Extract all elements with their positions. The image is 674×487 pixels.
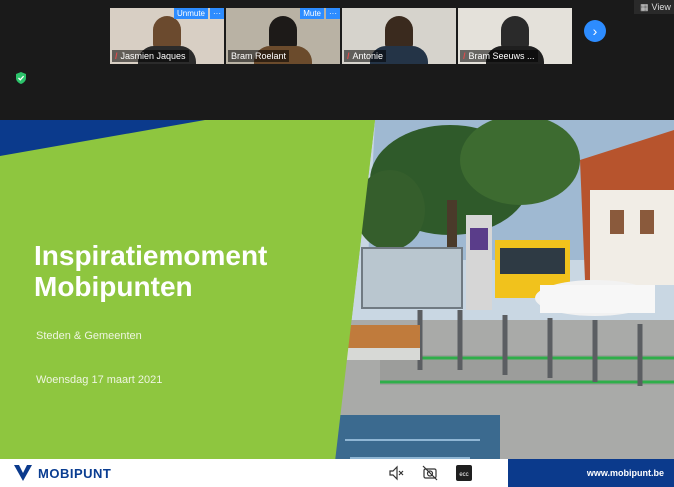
camera-off-icon[interactable]	[422, 465, 438, 481]
mobipunt-logo: MOBIPUNT	[14, 465, 111, 481]
muted-mic-icon: /	[463, 51, 466, 61]
speaker-mute-icon[interactable]	[388, 465, 404, 481]
muted-mic-icon: /	[347, 51, 350, 61]
brand-name: MOBIPUNT	[38, 465, 112, 481]
participant-head	[153, 16, 181, 50]
participant-name-label: / Bram Seeuws ...	[460, 50, 538, 62]
chevron-right-icon: ›	[592, 23, 598, 39]
participant-name: Jasmien Jaques	[120, 51, 186, 61]
slide-title-line1: Inspiratiemoment	[34, 240, 268, 271]
website-url: www.mobipunt.be	[586, 468, 664, 478]
muted-mic-icon: /	[115, 51, 118, 61]
url-banner: www.mobipunt.be	[508, 459, 674, 487]
mobipunt-scene-illustration	[0, 120, 674, 487]
video-tile-jasmien[interactable]: Unmute ··· / Jasmien Jaques	[110, 8, 224, 64]
mute-button[interactable]: Mute	[300, 8, 324, 19]
view-button[interactable]: ▦ View	[634, 0, 674, 14]
cc-label: ecc	[459, 472, 468, 478]
slide-title-line2: Mobipunten	[34, 271, 193, 302]
participant-name: Bram Roelant	[231, 51, 287, 61]
next-page-button[interactable]: ›	[584, 20, 606, 42]
video-tile-bram-roelant[interactable]: Mute ··· Bram Roelant	[226, 8, 340, 64]
participant-name: Antonie	[352, 51, 384, 61]
more-options-button[interactable]: ···	[326, 8, 340, 19]
shared-screen-slide: Inspiratiemoment Mobipunten Steden & Gem…	[0, 120, 674, 487]
participant-name-label: / Jasmien Jaques	[112, 50, 189, 62]
cc-icon[interactable]: ecc	[456, 465, 472, 481]
grid-icon: ▦	[640, 1, 649, 12]
participant-name-label: / Antonie	[344, 50, 387, 62]
participant-name: Bram Seeuws ...	[468, 51, 535, 61]
tile-controls: Unmute ···	[173, 8, 224, 19]
unmute-button[interactable]: Unmute	[173, 8, 208, 19]
video-tile-antonie[interactable]: / Antonie	[342, 8, 456, 64]
slide-title: Inspiratiemoment Mobipunten	[34, 240, 267, 302]
participant-head	[269, 16, 297, 50]
participant-head	[501, 16, 529, 50]
slide-date: Woensdag 17 maart 2021	[36, 374, 163, 386]
footer-controls: ecc	[388, 465, 472, 481]
slide-subtitle: Steden & Gemeenten	[36, 330, 142, 342]
security-shield-icon	[16, 72, 26, 84]
meeting-top-bar: Unmute ··· / Jasmien Jaques Mute ··· Bram…	[0, 0, 674, 120]
participant-name-label: Bram Roelant	[228, 50, 290, 62]
more-options-button[interactable]: ···	[210, 8, 224, 19]
mobipunt-logo-icon	[14, 465, 32, 481]
tile-controls: Mute ···	[300, 8, 340, 19]
view-label: View	[651, 2, 671, 12]
slide-footer: MOBIPUNT ecc www.mobipunt.be	[0, 459, 674, 487]
participant-head	[385, 16, 413, 50]
video-tile-bram-seeuws[interactable]: / Bram Seeuws ...	[458, 8, 572, 64]
